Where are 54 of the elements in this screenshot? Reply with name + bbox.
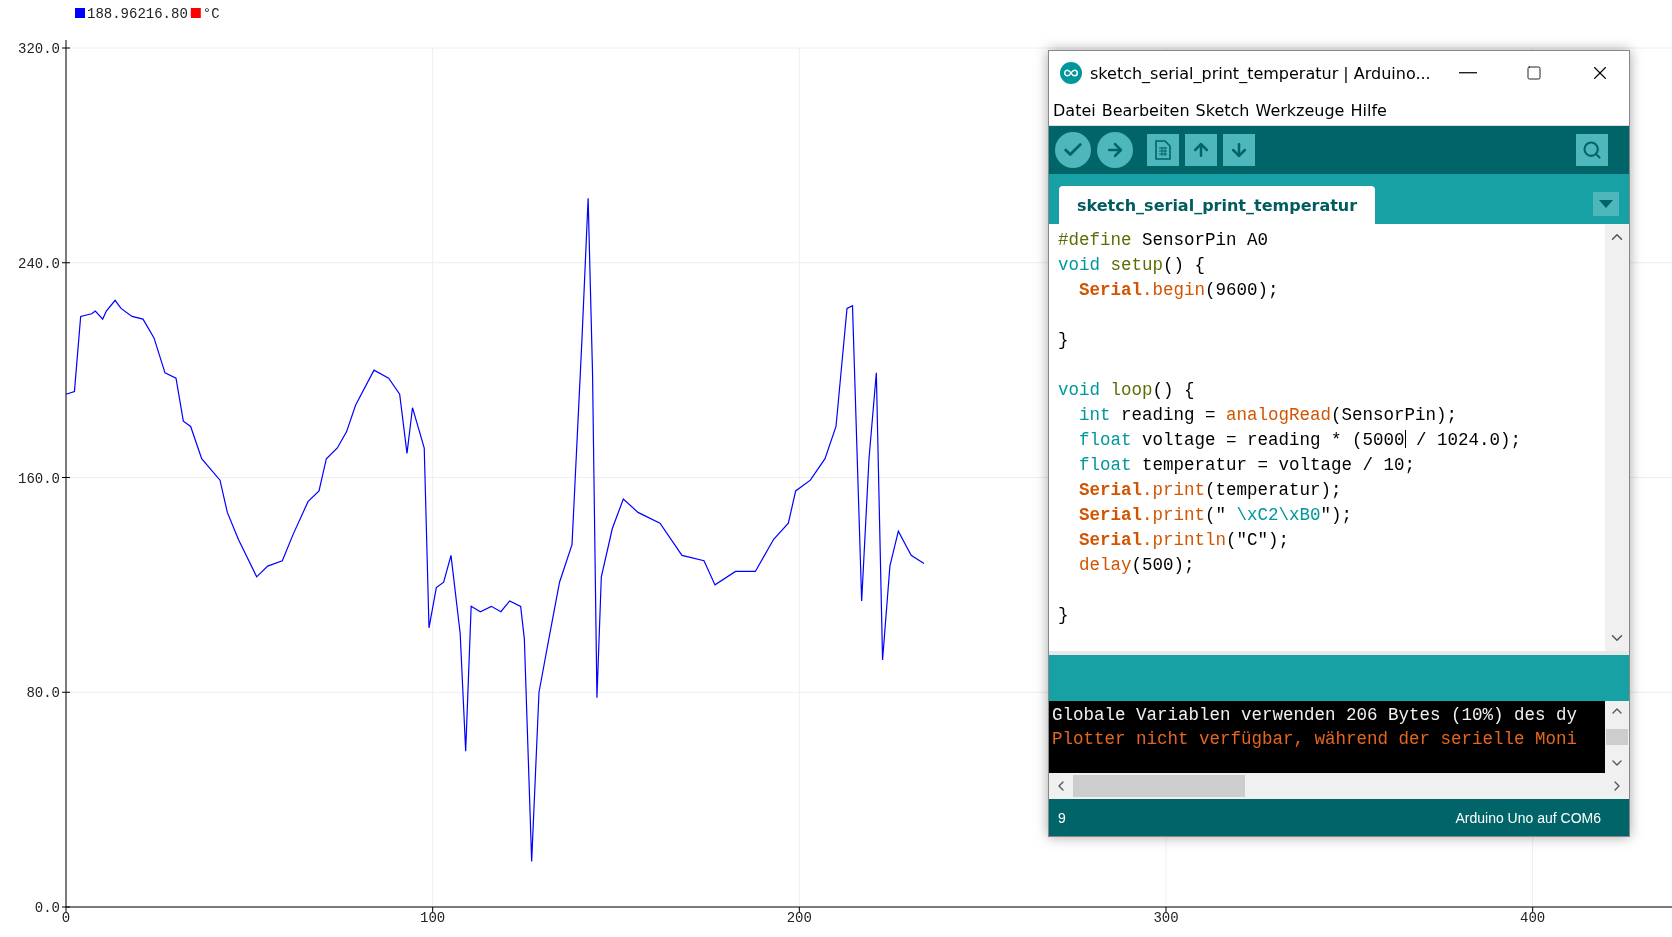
legend-label: 188.96216.80 (87, 6, 188, 22)
code-line: #define SensorPin A0 (1058, 229, 1269, 252)
axis-label: 0.0 (34, 900, 60, 916)
code-line: delay(500); (1078, 554, 1195, 577)
axis-label: 160.0 (18, 470, 60, 487)
serial-monitor-button[interactable] (1576, 134, 1608, 166)
code-line: float temperatur = voltage / 10; (1078, 454, 1416, 477)
search-icon (1582, 140, 1602, 160)
scrollbar[interactable] (1605, 701, 1629, 773)
arrow-up-icon (1191, 140, 1211, 160)
board-port-label: Arduino Uno auf COM6 (1455, 809, 1601, 826)
save-button[interactable] (1223, 134, 1255, 166)
code-line: Serial.print(" \xC2\xB0"); (1078, 504, 1353, 527)
maximize-icon (1525, 65, 1542, 81)
open-button[interactable] (1185, 134, 1217, 166)
upload-button[interactable] (1097, 132, 1133, 168)
code-line: void setup() { (1058, 254, 1206, 277)
document-icon (1154, 140, 1172, 160)
tab-menu-button[interactable] (1593, 192, 1619, 216)
code-line: Serial.println("C"); (1078, 529, 1290, 552)
axis-label: 0 (61, 910, 71, 926)
console-line: Plotter nicht verfügbar, während der serielle Moni (1051, 728, 1578, 751)
line-number: 9 (1058, 809, 1066, 826)
code-line: int reading = analogRead(SensorPin); (1078, 404, 1458, 427)
axis-label: 200 (786, 910, 812, 926)
verify-button[interactable] (1055, 132, 1091, 168)
minimize-icon (1458, 72, 1477, 74)
menu-item[interactable]: Werkzeuge (1255, 100, 1345, 120)
menu-item[interactable]: Sketch (1195, 100, 1250, 120)
axis-label: 400 (1520, 910, 1546, 926)
file-tab[interactable]: sketch_serial_print_temperatur (1059, 186, 1376, 224)
axis-label: 80.0 (26, 685, 60, 702)
axis-label: 300 (1153, 910, 1179, 926)
new-sketch-button[interactable] (1147, 134, 1179, 166)
axis-label: 240.0 (18, 255, 60, 272)
menu-item[interactable]: Bearbeiten (1101, 100, 1190, 120)
console-line: Globale Variablen verwenden 206 Bytes (10%) des dy (1051, 704, 1578, 727)
code-line: } (1058, 329, 1069, 352)
triangle-down-icon (1599, 200, 1613, 208)
code-line: Serial.begin(9600); (1078, 279, 1279, 302)
axis-label: 320.0 (18, 41, 60, 57)
legend-label: °C (202, 6, 220, 22)
horizontal-scrollbar[interactable] (1049, 773, 1629, 799)
scrollbar[interactable] (1605, 224, 1629, 651)
window-title: sketch_serial_print_temperatur | Arduino... (1090, 63, 1431, 83)
menu-item[interactable]: Hilfe (1350, 100, 1387, 120)
menu-item[interactable]: Datei (1053, 100, 1096, 120)
code-line: } (1058, 604, 1069, 627)
code-line: float voltage = reading * (5000 / 1024.0); (1078, 429, 1522, 452)
arrow-down-icon (1229, 140, 1249, 160)
code-line: void loop() { (1058, 379, 1195, 402)
axis-label: 100 (420, 910, 446, 926)
app-logo-icon (1060, 62, 1082, 84)
code-line: Serial.print(temperatur); (1078, 479, 1342, 502)
